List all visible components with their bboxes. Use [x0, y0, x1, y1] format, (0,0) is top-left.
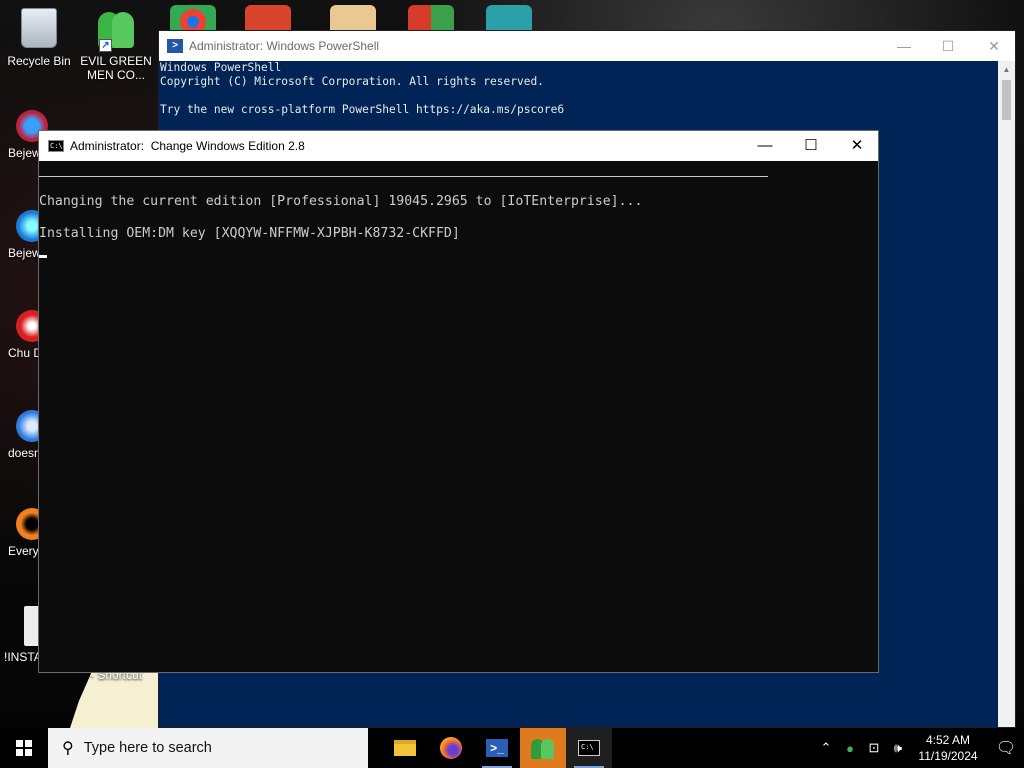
search-icon: ⚲	[62, 740, 74, 757]
evil-green-men-label: EVIL GREEN MEN CO...	[80, 54, 152, 82]
close-button[interactable]: ✕	[834, 131, 880, 161]
taskbar: ⚲ Type here to search >_ C:\ ⌃ ● ⊡ 🕪 4:5…	[0, 728, 1024, 768]
scroll-thumb[interactable]	[1002, 80, 1011, 120]
command-prompt-taskbar-button[interactable]: C:\	[566, 728, 612, 768]
network-icon[interactable]: ⊡	[862, 740, 886, 756]
chevron-up-icon[interactable]: ⌃	[814, 740, 838, 756]
system-tray: ⌃ ● ⊡ 🕪 4:52 AM 11/19/2024 🗨	[814, 728, 1024, 768]
game-character-icon[interactable]	[486, 5, 532, 33]
console-line: Installing OEM:DM key [XQQYW-NFFMW-XJPBH…	[39, 226, 460, 241]
evil-green-men-taskbar-button[interactable]	[520, 728, 566, 768]
powershell-icon: >_	[486, 739, 508, 757]
scroll-up-icon[interactable]: ▲	[998, 61, 1015, 78]
maximize-button[interactable]: ☐	[788, 131, 834, 161]
console-line: Copyright (C) Microsoft Corporation. All…	[160, 75, 544, 88]
change-edition-window[interactable]: C:\ Administrator: Change Windows Editio…	[38, 130, 879, 673]
powershell-taskbar-button[interactable]: >_	[474, 728, 520, 768]
folder-icon	[394, 740, 416, 756]
file-explorer-taskbar-button[interactable]	[382, 728, 428, 768]
recycle-bin-label: Recycle Bin	[7, 54, 71, 68]
app-icon[interactable]	[245, 5, 291, 33]
search-placeholder: Type here to search	[83, 740, 212, 756]
powershell-title: Administrator: Windows PowerShell	[189, 39, 380, 53]
recycle-bin-icon	[18, 8, 60, 50]
windows-logo-icon	[16, 740, 32, 756]
firefox-taskbar-button[interactable]	[428, 728, 474, 768]
console-line: Try the new cross-platform PowerShell ht…	[160, 103, 565, 116]
powershell-scrollbar[interactable]: ▲	[998, 61, 1015, 727]
clock-time: 4:52 AM	[925, 733, 971, 747]
shortcut-arrow-icon: ↗	[99, 39, 112, 52]
change-edition-titlebar[interactable]: C:\ Administrator: Change Windows Editio…	[39, 131, 878, 161]
notification-icon[interactable]: 🗨	[988, 738, 1024, 758]
green-men-icon	[531, 737, 555, 759]
command-prompt-icon: C:\	[48, 140, 64, 152]
change-edition-title: Administrator: Change Windows Edition 2.…	[70, 139, 305, 153]
powershell-titlebar[interactable]: > Administrator: Windows PowerShell — ☐ …	[159, 31, 1015, 61]
desktop-icon-partial[interactable]: doesn	[0, 410, 48, 460]
chrome-icon[interactable]	[170, 5, 216, 33]
app-icon[interactable]	[408, 5, 454, 33]
evil-green-men-shortcut[interactable]: ↗ EVIL GREEN MEN CO...	[79, 8, 153, 82]
clock-date: 11/19/2024	[918, 749, 978, 763]
app-icon[interactable]	[330, 5, 376, 33]
minimize-button[interactable]: —	[881, 31, 927, 61]
console-line: Changing the current edition [Profession…	[39, 194, 643, 209]
clock[interactable]: 4:52 AM 11/19/2024	[916, 732, 980, 764]
green-men-icon: ↗	[95, 8, 137, 52]
maximize-button[interactable]: ☐	[925, 31, 971, 61]
close-button[interactable]: ✕	[971, 31, 1017, 61]
volume-icon[interactable]: 🕪	[886, 740, 910, 756]
desktop-icon-partial[interactable]: Chu Del	[0, 310, 51, 360]
desktop-icon-partial[interactable]: !INSTA	[0, 606, 46, 664]
command-prompt-icon: C:\	[578, 740, 600, 756]
start-button[interactable]	[0, 728, 48, 768]
people-icon[interactable]: ●	[838, 741, 862, 756]
minimize-button[interactable]: —	[742, 131, 788, 161]
search-box[interactable]: ⚲ Type here to search	[48, 728, 368, 768]
powershell-console[interactable]: Windows PowerShell Copyright (C) Microso…	[159, 61, 1015, 117]
cmd-console[interactable]: Changing the current edition [Profession…	[39, 176, 878, 258]
desktop-icon-partial[interactable]: Every	[0, 508, 48, 558]
console-line: Windows PowerShell	[160, 61, 282, 74]
text-cursor	[39, 255, 47, 258]
desktop-icon-partial[interactable]: Bejew Del	[0, 110, 62, 160]
powershell-icon: >	[167, 39, 183, 53]
recycle-bin[interactable]: Recycle Bin	[2, 8, 76, 68]
firefox-icon	[440, 737, 462, 759]
desktop-icon-partial[interactable]: Bejew Del	[0, 210, 62, 260]
